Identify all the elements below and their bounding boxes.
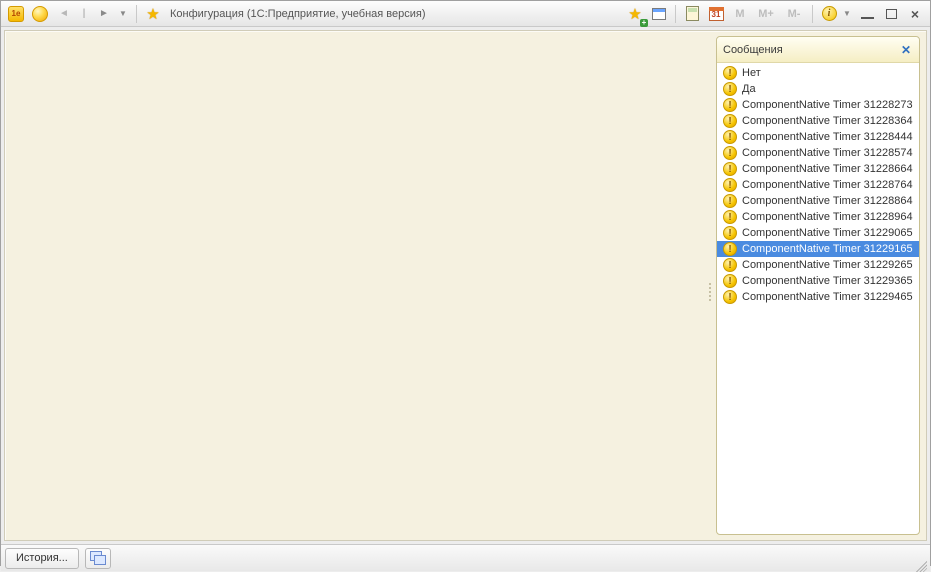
message-text: ComponentNative Timer 31228574 (742, 147, 913, 159)
arrow-left-icon: ◄ (59, 9, 69, 19)
warning-icon: ! (723, 98, 737, 112)
memory-mplus-button[interactable]: M+ (753, 3, 779, 25)
messages-list[interactable]: ! Нет! Да! ComponentNative Timer 31228273! C… (717, 63, 919, 534)
message-row[interactable]: ! ComponentNative Timer 31228664 (717, 161, 919, 177)
warning-icon: ! (723, 290, 737, 304)
arrow-right-icon: ► (99, 9, 109, 19)
message-row[interactable]: ! ComponentNative Timer 31228364 (717, 113, 919, 129)
message-row[interactable]: ! ComponentNative Timer 31228964 (717, 209, 919, 225)
add-favorite-button[interactable]: ★ + (624, 3, 646, 25)
info-button[interactable]: i (818, 3, 840, 25)
maximize-icon (886, 9, 897, 19)
bottom-bar: История... (1, 544, 930, 571)
message-row[interactable]: ! Нет (717, 65, 919, 81)
message-row[interactable]: ! ComponentNative Timer 31228864 (717, 193, 919, 209)
window-icon (652, 8, 666, 20)
toolbar-separator (136, 5, 137, 23)
resize-grip[interactable] (913, 558, 927, 572)
message-text: ComponentNative Timer 31229065 (742, 227, 913, 239)
maximize-button[interactable] (880, 3, 902, 25)
caret-down-icon: ▼ (843, 9, 851, 18)
app-circle-button[interactable] (29, 3, 51, 25)
calendar-button[interactable]: 31 (705, 3, 727, 25)
warning-icon: ! (723, 114, 737, 128)
message-text: ComponentNative Timer 31228273 (742, 99, 913, 111)
bar-left-icon: | (83, 9, 86, 19)
nav-forward-button[interactable]: ► (93, 3, 115, 25)
info-menu-button[interactable]: ▼ (842, 3, 854, 25)
windows-stack-icon (90, 551, 106, 565)
plus-badge-icon: + (640, 19, 648, 27)
minimize-icon (861, 17, 874, 19)
minimize-button[interactable] (856, 3, 878, 25)
app-logo-icon: 1e (8, 6, 24, 22)
main-toolbar: 1e ◄ | ► ▼ ★ Конфигурация (1С:Предприяти… (1, 1, 930, 27)
app-menu-button[interactable]: 1e (5, 3, 27, 25)
toolbar-separator (675, 5, 676, 23)
windows-stack-button[interactable] (85, 548, 111, 569)
warning-icon: ! (723, 66, 737, 80)
message-row[interactable]: ! ComponentNative Timer 31229265 (717, 257, 919, 273)
warning-icon: ! (723, 82, 737, 96)
message-row[interactable]: ! ComponentNative Timer 31228764 (717, 177, 919, 193)
memory-m-button[interactable]: M (729, 3, 751, 25)
message-row[interactable]: ! ComponentNative Timer 31229065 (717, 225, 919, 241)
panel-close-button[interactable]: ✕ (899, 43, 913, 57)
message-row[interactable]: ! Да (717, 81, 919, 97)
message-text: ComponentNative Timer 31229365 (742, 275, 913, 287)
nav-forward-menu[interactable]: ▼ (117, 3, 131, 25)
message-row[interactable]: ! ComponentNative Timer 31229365 (717, 273, 919, 289)
message-text: ComponentNative Timer 31228964 (742, 211, 913, 223)
message-text: Да (742, 83, 756, 95)
nav-back-end-button[interactable]: | (77, 3, 91, 25)
warning-icon: ! (723, 226, 737, 240)
history-button-label: История... (16, 552, 68, 564)
message-text: ComponentNative Timer 31229465 (742, 291, 913, 303)
message-text: ComponentNative Timer 31228864 (742, 195, 913, 207)
message-text: ComponentNative Timer 31228764 (742, 179, 913, 191)
warning-icon: ! (723, 130, 737, 144)
close-icon: ✕ (901, 43, 911, 57)
message-row[interactable]: ! ComponentNative Timer 31228444 (717, 129, 919, 145)
message-row[interactable]: ! ComponentNative Timer 31229465 (717, 289, 919, 305)
close-button[interactable]: × (904, 3, 926, 25)
close-icon: × (911, 7, 919, 21)
windows-button[interactable] (648, 3, 670, 25)
message-row[interactable]: ! ComponentNative Timer 31228273 (717, 97, 919, 113)
warning-icon: ! (723, 146, 737, 160)
caret-down-icon: ▼ (119, 9, 127, 18)
work-area: Сообщения ✕ ! Нет! Да! ComponentNative Time… (4, 30, 927, 541)
messages-panel: Сообщения ✕ ! Нет! Да! ComponentNative Time… (716, 36, 920, 535)
calendar-icon: 31 (709, 7, 724, 21)
calculator-button[interactable] (681, 3, 703, 25)
message-row[interactable]: ! ComponentNative Timer 31229165 (717, 241, 919, 257)
message-text: ComponentNative Timer 31229265 (742, 259, 913, 271)
message-text: ComponentNative Timer 31229165 (742, 243, 913, 255)
warning-icon: ! (723, 178, 737, 192)
star-icon: ★ (146, 5, 159, 23)
warning-icon: ! (723, 258, 737, 272)
message-text: ComponentNative Timer 31228444 (742, 131, 913, 143)
warning-icon: ! (723, 162, 737, 176)
toolbar-separator (812, 5, 813, 23)
circle-icon (32, 6, 48, 22)
info-icon: i (822, 6, 837, 21)
panel-header: Сообщения ✕ (717, 37, 919, 63)
warning-icon: ! (723, 242, 737, 256)
window-title: Конфигурация (1С:Предприятие, учебная ве… (170, 8, 426, 20)
warning-icon: ! (723, 194, 737, 208)
panel-title: Сообщения (723, 44, 899, 56)
message-text: ComponentNative Timer 31228364 (742, 115, 913, 127)
message-text: ComponentNative Timer 31228664 (742, 163, 913, 175)
history-button[interactable]: История... (5, 548, 79, 569)
memory-mminus-button[interactable]: M- (781, 3, 807, 25)
panel-splitter[interactable] (709, 283, 711, 301)
message-row[interactable]: ! ComponentNative Timer 31228574 (717, 145, 919, 161)
warning-icon: ! (723, 274, 737, 288)
favorites-button[interactable]: ★ (142, 3, 164, 25)
warning-icon: ! (723, 210, 737, 224)
calculator-icon (686, 6, 699, 21)
nav-back-button[interactable]: ◄ (53, 3, 75, 25)
message-text: Нет (742, 67, 761, 79)
